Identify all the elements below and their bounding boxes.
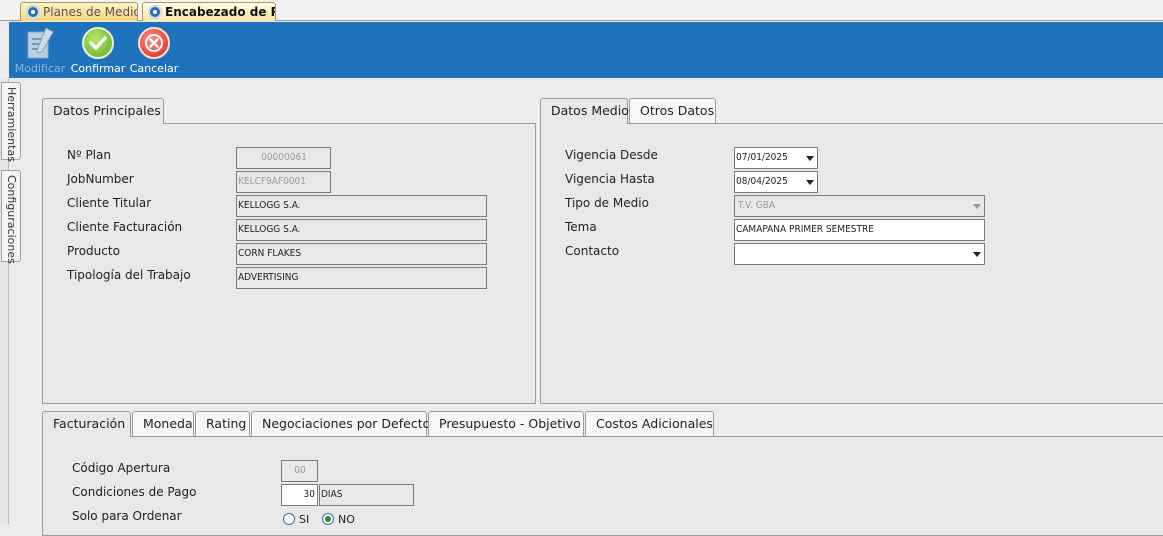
side-tab-herramientas[interactable]: Herramientas <box>1 82 21 162</box>
chevron-down-icon[interactable] <box>806 180 814 185</box>
edit-document-icon <box>27 27 54 59</box>
plan-icon <box>148 5 162 19</box>
vigencia-desde-label: Vigencia Desde <box>565 148 658 162</box>
tab-label: Costos Adicionales <box>596 416 713 431</box>
jobnumber-field[interactable]: KELCF9AF0001 <box>236 171 331 193</box>
plan-no-label: Nº Plan <box>67 148 111 162</box>
close-icon <box>138 27 170 59</box>
producto-label: Producto <box>67 244 120 258</box>
side-tab-label: Configuraciones <box>5 175 18 264</box>
radio-si[interactable] <box>283 513 295 525</box>
tab-label: Otros Datos <box>640 103 715 118</box>
tab-label: Rating <box>206 416 247 431</box>
tab-costos-adicionales[interactable]: Costos Adicionales <box>585 411 714 436</box>
side-tab-configuraciones[interactable]: Configuraciones <box>1 170 21 264</box>
tab-rating[interactable]: Rating <box>195 411 250 436</box>
tab-datos-principales[interactable]: Datos Principales <box>42 98 164 124</box>
confirmar-button[interactable]: Confirmar <box>69 24 127 76</box>
tab-otros-datos[interactable]: Otros Datos <box>629 98 716 123</box>
contacto-label: Contacto <box>565 244 620 258</box>
radio-no[interactable] <box>322 513 334 525</box>
radio-si-label: SI <box>299 513 310 526</box>
cancelar-button[interactable]: Cancelar <box>125 24 183 76</box>
tipo-medio-value: T.V. GBA <box>738 200 776 211</box>
check-icon <box>82 27 114 59</box>
tab-facturacion[interactable]: Facturación <box>42 411 131 437</box>
doc-tab-planes-de-medios[interactable]: Planes de Medios <box>20 2 138 21</box>
doc-tab-label: Encabezado de Plan <box>165 5 275 19</box>
vigencia-desde-picker[interactable]: 07/01/2025 <box>734 147 818 169</box>
cliente-facturacion-label: Cliente Facturación <box>67 220 183 234</box>
radio-no-label: NO <box>338 513 355 526</box>
tema-label: Tema <box>565 220 597 234</box>
condiciones-unidad-field[interactable]: DIAS <box>319 484 414 506</box>
chevron-down-icon[interactable] <box>806 156 814 161</box>
cliente-titular-label: Cliente Titular <box>67 196 152 210</box>
codigo-apertura-field[interactable]: 00 <box>281 460 318 482</box>
solo-para-ordenar-label: Solo para Ordenar <box>72 509 182 523</box>
modificar-label: Modificar <box>14 62 66 75</box>
toolbar: Modificar Confirmar Cancelar <box>9 22 1163 78</box>
tab-label: Negociaciones por Defecto <box>262 416 431 431</box>
chevron-down-icon[interactable] <box>973 204 981 209</box>
cancelar-label: Cancelar <box>129 62 179 75</box>
tab-label: Datos Medio <box>551 103 629 118</box>
vigencia-hasta-picker[interactable]: 08/04/2025 <box>734 171 818 193</box>
cliente-facturacion-field[interactable]: KELLOGG S.A. <box>236 219 487 241</box>
tab-label: Facturación <box>53 416 126 431</box>
tab-negociaciones[interactable]: Negociaciones por Defecto <box>251 411 431 436</box>
tab-moneda[interactable]: Moneda <box>132 411 194 436</box>
tab-label: Moneda <box>143 416 193 431</box>
document-tabs-bar: Planes de Medios Encabezado de Plan <box>0 0 1163 21</box>
vigencia-desde-value: 07/01/2025 <box>736 152 788 163</box>
vigencia-hasta-label: Vigencia Hasta <box>565 172 655 186</box>
tab-presupuesto-objetivo[interactable]: Presupuesto - Objetivo <box>428 411 584 436</box>
tipologia-label: Tipología del Trabajo <box>67 268 191 282</box>
condiciones-pago-label: Condiciones de Pago <box>72 485 197 499</box>
tab-datos-medio[interactable]: Datos Medio <box>540 98 629 124</box>
tipologia-field[interactable]: ADVERTISING <box>236 267 487 289</box>
cliente-titular-field[interactable]: KELLOGG S.A. <box>236 195 487 217</box>
side-tab-label: Herramientas <box>5 87 18 162</box>
tipo-medio-select[interactable]: T.V. GBA <box>734 195 985 217</box>
confirmar-label: Confirmar <box>70 62 126 75</box>
plan-no-field[interactable]: 00000061 <box>236 147 331 169</box>
contacto-select[interactable] <box>734 243 985 265</box>
chevron-down-icon[interactable] <box>973 252 981 257</box>
jobnumber-label: JobNumber <box>67 172 134 186</box>
plan-icon <box>26 5 40 19</box>
doc-tab-label: Planes de Medios <box>43 5 138 19</box>
facturacion-panel <box>42 436 1163 536</box>
producto-field[interactable]: CORN FLAKES <box>236 243 487 265</box>
modificar-button[interactable]: Modificar <box>11 24 69 76</box>
tab-label: Presupuesto - Objetivo <box>439 416 581 431</box>
tab-label: Datos Principales <box>53 103 161 118</box>
content-area: Datos Principales Nº Plan 00000061 JobNu… <box>22 78 1163 536</box>
doc-tab-encabezado-de-plan[interactable]: Encabezado de Plan <box>142 2 276 21</box>
condiciones-dias-field[interactable]: 30 <box>281 484 318 506</box>
tema-field[interactable]: CAMAPANA PRIMER SEMESTRE <box>734 219 985 241</box>
vigencia-hasta-value: 08/04/2025 <box>736 176 788 187</box>
tipo-medio-label: Tipo de Medio <box>565 196 649 210</box>
codigo-apertura-label: Código Apertura <box>72 461 171 475</box>
